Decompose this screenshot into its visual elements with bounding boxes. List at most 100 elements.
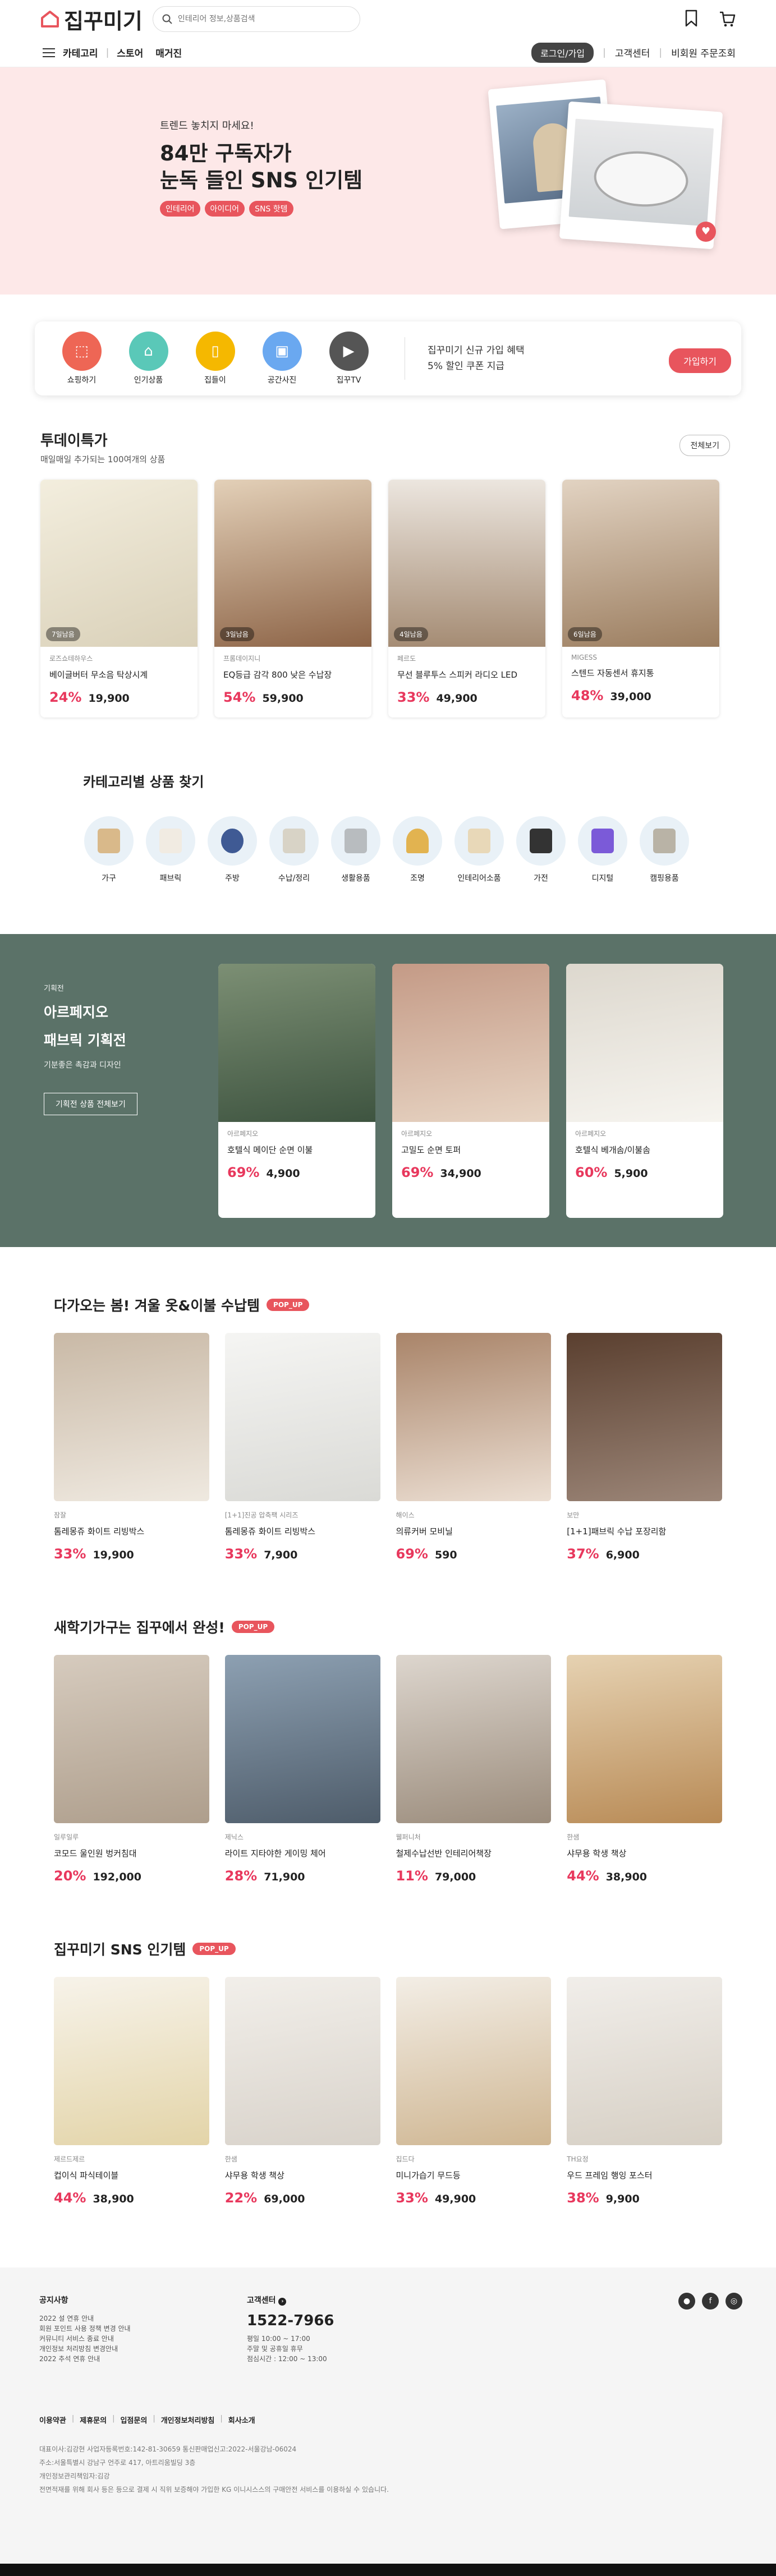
product-card[interactable]: 4일남음 페르도 무선 블루투스 스피커 라디오 LED 33% 49,900 xyxy=(388,480,545,717)
hero-title: 84만 구독자가 눈독 들인 SNS 인기템 xyxy=(160,141,363,192)
quick-item-tv[interactable]: ▶ 집꾸TV xyxy=(315,332,382,385)
storage-section: 다가오는 봄! 겨울 옷&이불 수납템 POP_UP 잠잘 톰레몽쥬 화이트 리빙박… xyxy=(0,1247,776,1562)
category-item-digital[interactable]: 디지털 xyxy=(578,816,627,884)
product-card[interactable]: 웰퍼니처 철제수납선반 인테리어책장 11% 79,000 xyxy=(396,1655,552,1884)
notice-item[interactable]: 개인정보 처리방침 변경안내 xyxy=(39,2344,131,2354)
footer-links: 이용약관 | 제휴문의 | 입점문의 | 개인정보처리방침 | 회사소개 xyxy=(39,2414,255,2425)
search-box[interactable] xyxy=(152,6,360,32)
product-image xyxy=(224,1977,380,2145)
facebook-icon[interactable]: f xyxy=(702,2293,719,2310)
product-image xyxy=(54,1655,209,1823)
product-card[interactable]: 집드다 미니가습기 무드등 33% 49,900 xyxy=(396,1977,552,2206)
kakao-icon[interactable]: ● xyxy=(678,2293,695,2310)
nav-store[interactable]: 스토어 xyxy=(117,45,143,59)
nav-divider: | xyxy=(659,47,663,58)
quick-item-space-photo[interactable]: ▣ 공간사진 xyxy=(249,332,315,385)
door-icon: ▯ xyxy=(195,332,235,371)
category-item-storage[interactable]: 수납/정리 xyxy=(269,816,319,884)
product-image xyxy=(224,1655,380,1823)
nav-divider: | xyxy=(105,47,109,58)
quick-item-popular[interactable]: ⌂ 인기상품 xyxy=(115,332,182,385)
product-card[interactable]: 아르페지오 호텔식 메이단 순면 이불 69% 4,900 xyxy=(218,964,375,1218)
quick-item-housewarming[interactable]: ▯ 집들이 xyxy=(182,332,249,385)
product-card[interactable]: 해이스 의류커버 모비닐 69% 590 xyxy=(396,1333,552,1562)
login-button[interactable]: 로그인/가입 xyxy=(531,42,594,63)
product-card[interactable]: 7일남음 로즈쇼테하우스 베이글버터 무소음 탁상시계 24% 19,900 xyxy=(40,480,198,717)
guest-order-link[interactable]: 비회원 주문조회 xyxy=(671,45,736,59)
notice-item[interactable]: 회원 포인트 사용 정책 변경 안내 xyxy=(39,2324,131,2334)
footer-link[interactable]: 입점문의 xyxy=(120,2414,147,2425)
category-item-furniture[interactable]: 가구 xyxy=(84,816,134,884)
bookmark-icon[interactable] xyxy=(683,9,700,28)
footer-link[interactable]: 제휴문의 xyxy=(80,2414,107,2425)
today-deals-section: 투데이특가 매일매일 추가되는 100여개의 상품 전체보기 7일남음 로즈쇼테… xyxy=(0,395,776,717)
category-section: 카테고리별 상품 찾기 가구 패브릭 주방 수납/정리 생활용품 조명 인테리어… xyxy=(0,717,776,884)
section-title: 카테고리별 상품 찾기 xyxy=(83,774,204,790)
category-menu-button[interactable]: 카테고리 xyxy=(43,45,98,59)
category-item-lighting[interactable]: 조명 xyxy=(393,816,442,884)
notice-item[interactable]: 2022 설 연휴 안내 xyxy=(39,2313,131,2324)
footer-link[interactable]: 회사소개 xyxy=(228,2414,255,2425)
product-image xyxy=(224,1333,380,1501)
hero-tag: 아이디어 xyxy=(204,201,245,217)
footer: 공지사항 2022 설 연휴 안내 회원 포인트 사용 정책 변경 안내 커뮤니… xyxy=(0,2267,776,2576)
category-label: 카테고리 xyxy=(63,48,98,59)
product-card[interactable]: 3일남음 프롬데이지니 EQ등급 감각 800 낮은 수납장 54% 59,900 xyxy=(214,480,371,717)
company-info: 대표이사:김강현 사업자등록번호:142-81-30659 통신판매업신고:20… xyxy=(39,2445,389,2494)
product-card[interactable]: 일루일루 코모드 울인원 벙커침대 20% 192,000 xyxy=(54,1655,209,1884)
instagram-icon[interactable]: ◎ xyxy=(726,2293,742,2310)
product-image xyxy=(54,1333,209,1501)
quick-menu: ⬚ 쇼핑하기 ⌂ 인기상품 ▯ 집들이 ▣ 공간사진 ▶ 집꾸TV 집꾸미기 신규 가입 … xyxy=(35,321,741,395)
product-image xyxy=(396,1655,552,1823)
info-icon: › xyxy=(278,2298,287,2306)
product-card[interactable]: [1+1]진공 압축팩 시리즈 톰레몽쥬 화이트 리빙박스 33% 7,900 xyxy=(224,1333,380,1562)
category-item-fabric[interactable]: 패브릭 xyxy=(146,816,195,884)
footer-link[interactable]: 개인정보처리방침 xyxy=(161,2414,215,2425)
product-card[interactable]: 한샘 샤무용 학생 책상 22% 69,000 xyxy=(224,1977,380,2206)
view-promo-button[interactable]: 기획전 상품 전체보기 xyxy=(44,1093,137,1115)
search-input[interactable] xyxy=(177,15,346,24)
product-card[interactable]: 제르드제르 컵이식 파식테이블 44% 38,900 xyxy=(54,1977,209,2206)
nav-magazine[interactable]: 매거진 xyxy=(155,45,182,59)
popup-badge: POP_UP xyxy=(267,1299,310,1311)
fabric-promotion: 기획전 아르페지오 패브릭 기획전 기분좋은 촉감과 디자인 기획전 상품 전체보… xyxy=(0,934,776,1247)
product-image: 4일남음 xyxy=(388,480,545,647)
product-card[interactable]: 아르페지오 고밀도 순면 토퍼 69% 34,900 xyxy=(392,964,549,1218)
product-card[interactable]: 한샘 샤무용 학생 책상 44% 38,900 xyxy=(567,1655,722,1884)
house-logo-icon xyxy=(41,11,59,27)
logo-text: 집꾸미기 xyxy=(64,8,143,34)
cs-hours: 점심시간 : 12:00 ~ 13:00 xyxy=(247,2355,327,2363)
view-all-button[interactable]: 전체보기 xyxy=(679,435,730,456)
support-link[interactable]: 고객센터 xyxy=(615,45,650,59)
join-button[interactable]: 가입하기 xyxy=(669,348,731,373)
logo[interactable]: 집꾸미기 xyxy=(40,4,143,35)
product-card[interactable]: 아르페지오 호텔식 베개솜/이불솜 60% 5,900 xyxy=(566,964,723,1218)
cs-title: 고객센터 › xyxy=(247,2296,334,2306)
product-card[interactable]: 6일남음 MIGESS 스텐드 자동센서 휴지통 48% 39,000 xyxy=(562,480,719,717)
notice-item[interactable]: 커뮤니티 서비스 종료 안내 xyxy=(39,2334,131,2344)
product-image xyxy=(396,1977,552,2145)
section-title: 투데이특가 xyxy=(40,433,108,449)
hero-banner[interactable]: 트렌드 놓치지 마세요! 84만 구독자가 눈독 들인 SNS 인기템 인테리어 … xyxy=(0,67,776,295)
category-item-camping[interactable]: 캠핑용품 xyxy=(640,816,689,884)
quick-item-shopping[interactable]: ⬚ 쇼핑하기 xyxy=(48,332,115,385)
category-item-appliance[interactable]: 가전 xyxy=(516,816,566,884)
nav-divider: | xyxy=(603,47,606,58)
search-icon xyxy=(162,14,172,24)
product-card[interactable]: 잠잘 톰레몽쥬 화이트 리빙박스 33% 19,900 xyxy=(54,1333,209,1562)
footer-link[interactable]: 이용약관 xyxy=(39,2414,66,2425)
product-image: 6일남음 xyxy=(562,480,719,647)
header: 집꾸미기 xyxy=(0,0,776,38)
product-image: 7일남음 xyxy=(40,480,198,647)
cart-icon[interactable] xyxy=(719,9,736,28)
category-item-kitchen[interactable]: 주방 xyxy=(208,816,257,884)
product-card[interactable]: 보만 [1+1]패브릭 수납 포장리함 37% 6,900 xyxy=(567,1333,722,1562)
category-item-living[interactable]: 생활용품 xyxy=(331,816,380,884)
promo-kicker: 기획전 xyxy=(44,985,64,993)
product-card[interactable]: TH요정 우드 프레임 행잉 포스터 38% 9,900 xyxy=(567,1977,722,2206)
category-item-interior[interactable]: 인테리어소품 xyxy=(454,816,504,884)
product-card[interactable]: 제닉스 라이트 지타야한 게이밍 체어 28% 71,900 xyxy=(224,1655,380,1884)
hero-tag: 인테리어 xyxy=(160,201,200,217)
shopping-bag-icon: ⬚ xyxy=(62,332,102,371)
notice-item[interactable]: 2022 추석 연휴 안내 xyxy=(39,2354,131,2364)
